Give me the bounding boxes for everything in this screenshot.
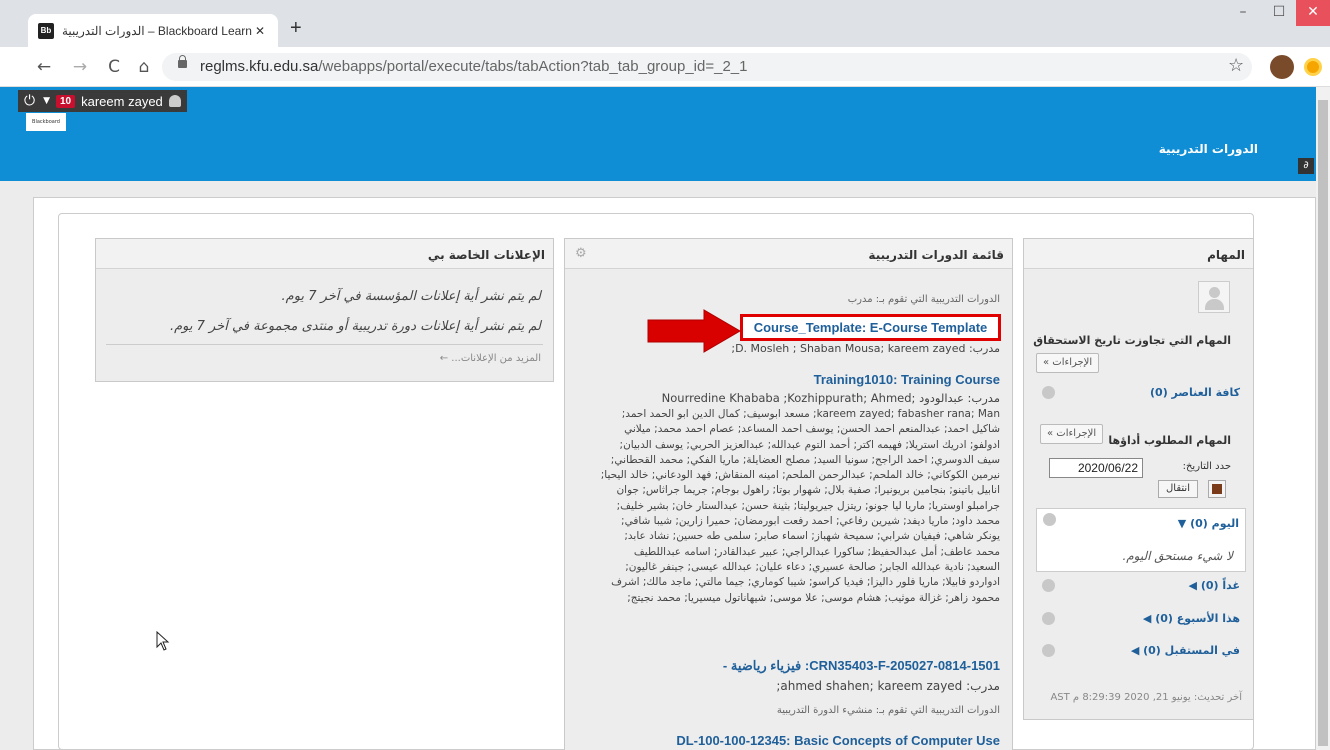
status-circle-icon [1042, 644, 1055, 657]
reload-icon[interactable]: C [102, 55, 126, 79]
nothing-due-text: لا شيء مستحق اليوم. [1122, 549, 1233, 563]
mouse-cursor-icon [156, 631, 170, 651]
close-window-button[interactable]: ✕ [1296, 0, 1330, 26]
module-title: الإعلانات الخاصة بي [427, 248, 545, 262]
tab-title: الدورات التدريبية – Blackboard Learn [62, 23, 252, 38]
date-label: حدد التاريخ: [1182, 461, 1231, 472]
course-announcements-text: لم يتم نشر أية إعلانات دورة تدريبية أو م… [169, 319, 541, 334]
course-instructors: مدرب: ahmed shahen; kareem zayed; [776, 679, 1000, 693]
extension-icon[interactable] [1304, 58, 1322, 76]
course-link[interactable]: DL-100-100-12345: Basic Concepts of Comp… [676, 733, 1000, 748]
future-link[interactable]: في المستقبل (0) ◀ [1131, 644, 1240, 657]
global-nav-bar[interactable]: ⏻ ▼ 10 kareem zayed [18, 90, 187, 112]
status-circle-icon [1042, 612, 1055, 625]
course-instructors: مدرب: عبدالودود ;Nourredine Khababa ;Koz… [661, 391, 1000, 405]
overdue-actions-button[interactable]: الإجراءات » [1036, 353, 1100, 373]
site-header [0, 87, 1330, 181]
back-arrow-icon[interactable]: ← [32, 55, 56, 79]
bookmark-star-icon[interactable]: ☆ [1228, 55, 1244, 76]
link-icon[interactable]: ∂ [1298, 158, 1314, 174]
new-tab-button[interactable]: + [290, 17, 302, 40]
status-circle-icon [1042, 579, 1055, 592]
close-tab-icon[interactable]: ✕ [252, 23, 268, 39]
user-name[interactable]: kareem zayed [81, 94, 163, 109]
logout-power-icon[interactable]: ⏻ [24, 93, 35, 109]
module-title: قائمة الدورات التدريبية [868, 248, 1004, 262]
task-row-this-week[interactable]: هذا الأسبوع (0) ◀ [1036, 608, 1246, 632]
browser-toolbar: ← → C ⌂ reglms.kfu.edu.sa/webapps/portal… [0, 47, 1330, 87]
notification-badge[interactable]: 10 [56, 94, 76, 108]
status-circle-icon [1042, 386, 1055, 399]
divider [106, 344, 543, 345]
due-tasks-heading: المهام المطلوب أداؤها [1108, 434, 1231, 447]
today-link[interactable]: اليوم (0) ▼ [1178, 517, 1239, 530]
home-icon[interactable]: ⌂ [132, 55, 156, 79]
date-input[interactable] [1049, 458, 1143, 478]
this-week-link[interactable]: هذا الأسبوع (0) ◀ [1143, 612, 1240, 625]
module-title: المهام [1207, 248, 1245, 262]
blackboard-favicon-icon: Bb [38, 22, 54, 39]
module-header: المهام [1024, 239, 1253, 269]
maximize-button[interactable]: ☐ [1262, 0, 1296, 26]
today-section: اليوم (0) ▼ لا شيء مستحق اليوم. [1036, 508, 1246, 572]
browser-titlebar: Bb الدورات التدريبية – Blackboard Learn … [0, 0, 1330, 47]
all-items-link[interactable]: كافة العناصر (0) [1150, 386, 1240, 399]
user-avatar [1198, 281, 1230, 313]
red-arrow-icon [647, 309, 741, 353]
menu-caret-icon[interactable]: ▼ [43, 96, 50, 106]
module-header: ⚙ قائمة الدورات التدريبية [565, 239, 1012, 269]
task-row-tomorrow[interactable]: غداً (0) ◀ [1036, 575, 1246, 599]
task-row-future[interactable]: في المستقبل (0) ◀ [1036, 640, 1246, 664]
institution-logo[interactable]: Blackboard [26, 113, 66, 131]
due-actions-button[interactable]: الإجراءات » [1040, 424, 1104, 444]
go-button[interactable]: انتقال [1158, 480, 1198, 498]
course-link[interactable]: Course_Template: E-Course Template [743, 317, 998, 338]
course-link[interactable]: Training1010: Training Course [814, 372, 1000, 387]
lock-icon [178, 55, 187, 68]
role-heading-builder: الدورات التدريبية التي تقوم بـ: منشيء ال… [776, 705, 1000, 716]
course-template-highlight[interactable]: Course_Template: E-Course Template [740, 314, 1001, 341]
announcements-module: الإعلانات الخاصة بي لم يتم نشر أية إعلان… [95, 238, 554, 382]
tomorrow-link[interactable]: غداً (0) ◀ [1189, 579, 1240, 592]
calendar-icon[interactable] [1208, 480, 1226, 498]
role-heading-instructor: الدورات التدريبية التي تقوم بـ: مدرب [847, 294, 1000, 305]
course-instructors-list: kareem zayed; fabasher rana; Man; مسعد ا… [600, 408, 1000, 604]
browser-tab[interactable]: Bb الدورات التدريبية – Blackboard Learn … [28, 14, 278, 47]
forward-arrow-icon[interactable]: → [68, 55, 92, 79]
task-row-all-items[interactable]: كافة العناصر (0) [1036, 382, 1246, 406]
profile-avatar-icon[interactable] [1270, 55, 1294, 79]
module-header: الإعلانات الخاصة بي [96, 239, 553, 269]
tab-courses[interactable]: الدورات التدريبية [1159, 142, 1258, 156]
course-link[interactable]: CRN35403-F-205027-0814-1501: فيزياء رياض… [723, 658, 1000, 674]
status-circle-icon [1043, 513, 1056, 526]
last-updated-text: آخر تحديث: يونيو 21, 2020 8:29:39 م AST [1050, 692, 1242, 703]
more-announcements-link[interactable]: المزيد من الإعلانات... ← [440, 353, 541, 364]
institution-announcements-text: لم يتم نشر أية إعلانات المؤسسة في آخر 7 … [281, 289, 541, 304]
scrollbar-thumb[interactable] [1318, 100, 1328, 746]
address-bar[interactable]: reglms.kfu.edu.sa/webapps/portal/execute… [162, 53, 1252, 81]
gear-icon[interactable]: ⚙ [575, 246, 587, 261]
url-text: reglms.kfu.edu.sa/webapps/portal/execute… [200, 58, 748, 75]
user-icon [168, 95, 181, 107]
minimize-button[interactable]: – [1226, 0, 1260, 26]
overdue-tasks-heading: المهام التي تجاوزت تاريخ الاستحقاق [1033, 334, 1231, 347]
course-instructors: مدرب: D. Mosleh ; Shaban Mousa; kareem z… [731, 342, 1000, 355]
